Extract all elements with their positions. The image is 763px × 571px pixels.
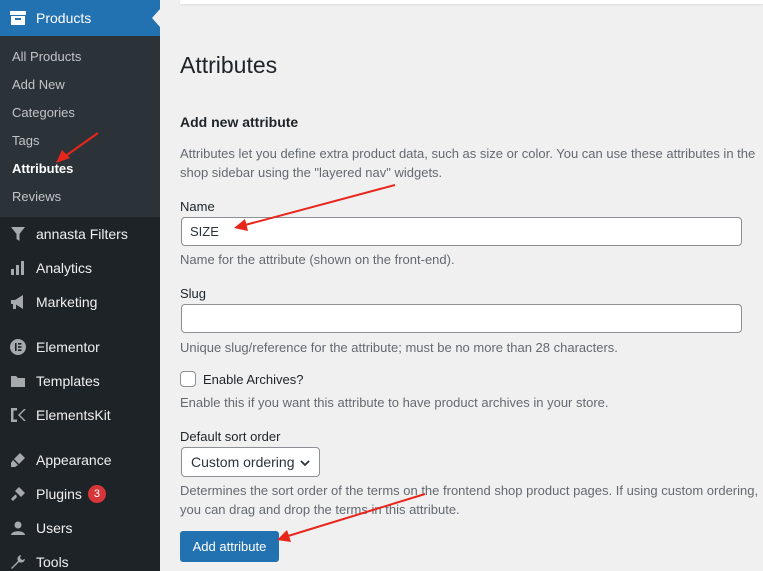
sort-order-help: Determines the sort order of the terms o… xyxy=(180,483,759,517)
intro-text: Attributes let you define extra product … xyxy=(180,146,756,180)
menu-analytics[interactable]: Analytics xyxy=(0,251,160,285)
menu-templates[interactable]: Templates xyxy=(0,364,160,398)
menu-label: Analytics xyxy=(36,260,93,276)
megaphone-icon xyxy=(8,292,28,312)
submenu-add-new[interactable]: Add New xyxy=(0,70,160,98)
products-submenu: All Products Add New Categories Tags Att… xyxy=(0,36,160,217)
menu-products[interactable]: Products xyxy=(0,0,160,36)
menu-marketing[interactable]: Marketing xyxy=(0,285,160,319)
submenu-reviews[interactable]: Reviews xyxy=(0,182,160,210)
slug-help: Unique slug/reference for the attribute;… xyxy=(180,340,618,355)
main-content: Attributes Add new attribute Attributes … xyxy=(160,0,763,571)
menu-users[interactable]: Users xyxy=(0,511,160,545)
name-label: Name xyxy=(180,199,215,214)
menu-label: Plugins xyxy=(36,486,82,502)
plugin-icon xyxy=(8,484,28,504)
chevron-down-icon xyxy=(299,456,311,468)
page-title: Attributes xyxy=(180,52,278,78)
menu-label: Appearance xyxy=(36,452,112,468)
user-icon xyxy=(8,518,28,538)
menu-label: Users xyxy=(36,520,73,536)
plugins-update-badge: 3 xyxy=(87,485,106,503)
menu-separator xyxy=(0,319,160,330)
funnel-icon xyxy=(8,224,28,244)
submenu-tags[interactable]: Tags xyxy=(0,126,160,154)
menu-elementor[interactable]: Elementor xyxy=(0,330,160,364)
menu-label: Elementor xyxy=(36,339,100,355)
add-attribute-button[interactable]: Add attribute xyxy=(180,531,279,562)
menu-label: Templates xyxy=(36,373,100,389)
menu-appearance[interactable]: Appearance xyxy=(0,443,160,477)
slug-input[interactable] xyxy=(181,304,742,333)
menu-tools[interactable]: Tools xyxy=(0,545,160,571)
sort-order-value: Custom ordering xyxy=(191,454,295,470)
top-panel xyxy=(180,0,763,4)
sort-order-select[interactable]: Custom ordering xyxy=(181,447,320,477)
menu-elementskit[interactable]: ElementsKit xyxy=(0,398,160,432)
name-help: Name for the attribute (shown on the fro… xyxy=(180,252,455,267)
paintbrush-icon xyxy=(8,450,28,470)
menu-label: Marketing xyxy=(36,294,98,310)
menu-plugins[interactable]: Plugins 3 xyxy=(0,477,160,511)
folder-icon xyxy=(8,371,28,391)
admin-sidebar: Products All Products Add New Categories… xyxy=(0,0,160,571)
menu-label: Tools xyxy=(36,554,69,570)
elementskit-icon xyxy=(8,405,28,425)
elementor-icon xyxy=(8,337,28,357)
submenu-categories[interactable]: Categories xyxy=(0,98,160,126)
submenu-all-products[interactable]: All Products xyxy=(0,42,160,70)
menu-separator xyxy=(0,432,160,443)
enable-archives-checkbox[interactable] xyxy=(180,371,196,387)
menu-label: ElementsKit xyxy=(36,407,111,423)
archive-icon xyxy=(10,11,26,25)
menu-products-label: Products xyxy=(36,10,92,26)
menu-annasta-filters[interactable]: annasta Filters xyxy=(0,217,160,251)
enable-archives-help: Enable this if you want this attribute t… xyxy=(180,395,609,410)
sort-order-label: Default sort order xyxy=(180,429,281,444)
name-input[interactable] xyxy=(181,217,742,246)
wrench-icon xyxy=(8,552,28,571)
submenu-attributes[interactable]: Attributes xyxy=(0,154,160,182)
menu-label: annasta Filters xyxy=(36,226,128,242)
enable-archives-label[interactable]: Enable Archives? xyxy=(203,372,303,387)
slug-label: Slug xyxy=(180,286,207,301)
bar-chart-icon xyxy=(8,258,28,278)
section-title: Add new attribute xyxy=(180,114,299,130)
